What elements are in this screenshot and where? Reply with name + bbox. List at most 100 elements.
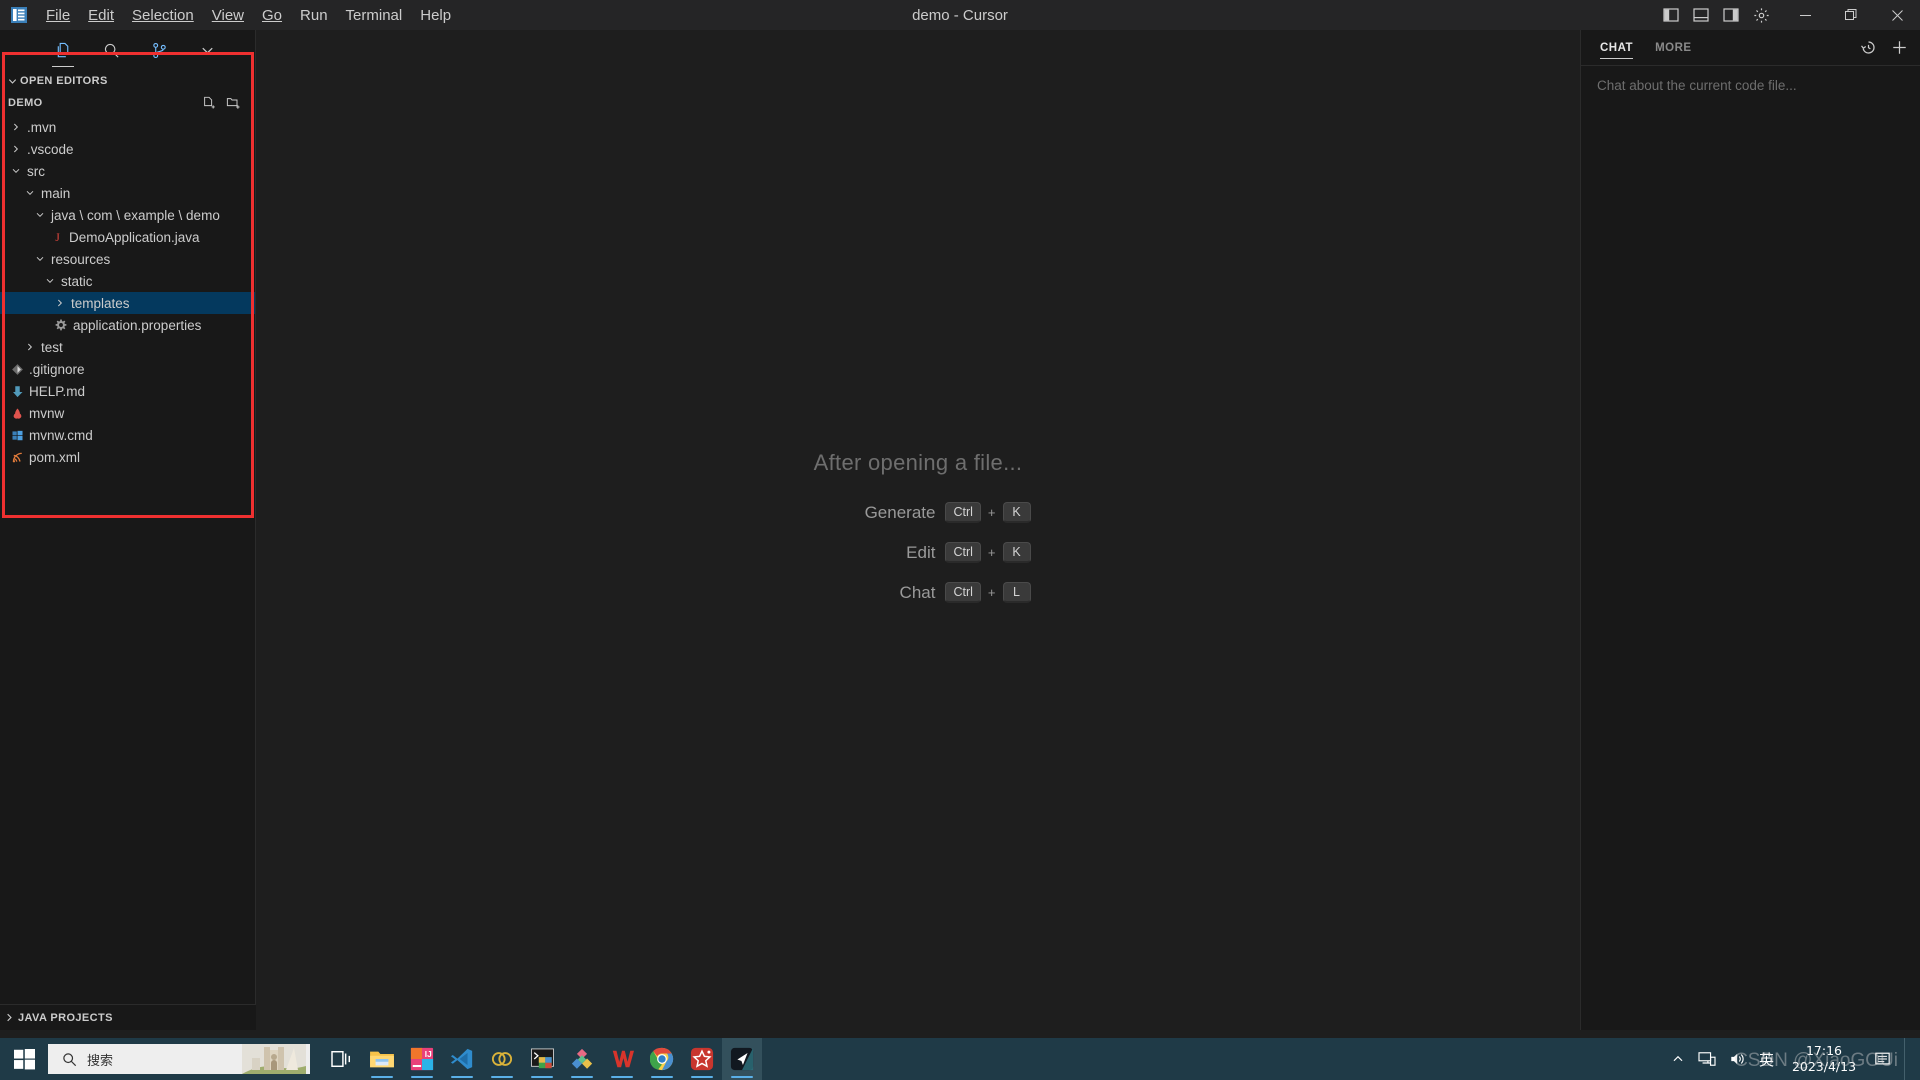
tree-row-resources[interactable]: resources xyxy=(0,248,255,270)
tree-row-label: .mvn xyxy=(27,119,57,135)
explorer-icon[interactable] xyxy=(50,37,76,67)
tree-row-label: main xyxy=(41,185,71,201)
key-cap: K xyxy=(1002,542,1031,563)
menu-run[interactable]: Run xyxy=(291,3,337,28)
tree-row-test[interactable]: test xyxy=(0,336,255,358)
taskbar-clock[interactable]: 17:16 2023/4/13 xyxy=(1787,1043,1861,1074)
project-section-header[interactable]: DEMO xyxy=(0,92,255,114)
tree-row-mvn[interactable]: .mvn xyxy=(0,116,255,138)
cursor-icon[interactable] xyxy=(722,1038,762,1080)
start-button[interactable] xyxy=(0,1038,48,1080)
chat-actions[interactable] xyxy=(1860,30,1908,65)
tree-row-java-package[interactable]: java \ com \ example \ demo xyxy=(0,204,255,226)
menu-file[interactable]: File xyxy=(37,3,79,28)
toggle-panel-icon[interactable] xyxy=(1688,2,1714,28)
tab-chat[interactable]: CHAT xyxy=(1600,30,1634,65)
maximize-button[interactable] xyxy=(1828,0,1874,30)
project-label: DEMO xyxy=(8,97,43,109)
taskbar-app-buttons[interactable]: IJ xyxy=(322,1038,762,1080)
chat-input-placeholder[interactable]: Chat about the current code file... xyxy=(1597,78,1904,93)
menu-edit[interactable]: Edit xyxy=(79,3,123,28)
key-separator: + xyxy=(987,545,996,560)
open-editors-section-header[interactable]: OPEN EDITORS xyxy=(0,70,255,92)
markdown-file-icon xyxy=(8,385,26,398)
project-actions[interactable] xyxy=(202,96,241,110)
tree-row-gitignore[interactable]: .gitignore xyxy=(0,358,255,380)
git-file-icon xyxy=(8,363,26,376)
toggle-secondary-sidebar-icon[interactable] xyxy=(1718,2,1744,28)
new-folder-icon[interactable] xyxy=(226,96,241,110)
layout-controls[interactable] xyxy=(1658,2,1782,28)
volume-icon[interactable] xyxy=(1729,1051,1746,1067)
file-tree[interactable]: .mvn .vscode src main java \ com \ examp… xyxy=(0,114,255,468)
system-tray[interactable]: 英 17:16 2023/4/13 xyxy=(1671,1038,1920,1080)
gear-file-icon xyxy=(52,319,70,331)
tree-row-label: src xyxy=(27,163,45,179)
tree-row-demoapplication-java[interactable]: J DemoApplication.java xyxy=(0,226,255,248)
xmind-icon[interactable] xyxy=(562,1038,602,1080)
clock-date: 2023/4/13 xyxy=(1791,1059,1857,1074)
search-icon[interactable] xyxy=(98,37,124,63)
editor-watermark: After opening a file... Generate Ctrl + … xyxy=(256,30,1580,1030)
chevron-right-icon xyxy=(22,342,38,352)
tree-row-application-properties[interactable]: application.properties xyxy=(0,314,255,336)
close-button[interactable] xyxy=(1874,0,1920,30)
tree-row-label: static xyxy=(61,273,93,289)
tree-row-templates[interactable]: templates xyxy=(0,292,255,314)
chevron-down-icon[interactable] xyxy=(194,37,220,63)
new-chat-plus-icon[interactable] xyxy=(1891,39,1908,56)
menu-run-label: Run xyxy=(300,6,328,24)
windows-cmd-file-icon xyxy=(8,429,26,442)
notification-center-icon[interactable] xyxy=(1874,1051,1891,1067)
tree-row-src[interactable]: src xyxy=(0,160,255,182)
menu-view[interactable]: View xyxy=(203,3,253,28)
navicat-icon[interactable] xyxy=(482,1038,522,1080)
menu-terminal[interactable]: Terminal xyxy=(337,3,412,28)
menu-go[interactable]: Go xyxy=(253,3,291,28)
show-desktop-button[interactable] xyxy=(1904,1038,1912,1080)
svg-text:J: J xyxy=(55,232,60,244)
minimize-button[interactable] xyxy=(1782,0,1828,30)
search-icon xyxy=(62,1052,77,1067)
toggle-primary-sidebar-icon[interactable] xyxy=(1658,2,1684,28)
tab-more-label: MORE xyxy=(1655,41,1692,54)
network-icon[interactable] xyxy=(1698,1051,1716,1067)
intellij-idea-icon[interactable]: IJ xyxy=(402,1038,442,1080)
chat-tab-bar[interactable]: CHAT MORE xyxy=(1581,30,1920,65)
tree-row-pom-xml[interactable]: pom.xml xyxy=(0,446,255,468)
settings-gear-icon[interactable] xyxy=(1748,2,1774,28)
tree-row-static[interactable]: static xyxy=(0,270,255,292)
tree-row-mvnw[interactable]: mvnw xyxy=(0,402,255,424)
cmd-terminal-icon[interactable] xyxy=(522,1038,562,1080)
show-hidden-icons-icon[interactable] xyxy=(1671,1052,1685,1066)
menu-selection[interactable]: Selection xyxy=(123,3,203,28)
vscode-icon[interactable] xyxy=(442,1038,482,1080)
source-control-icon[interactable] xyxy=(146,37,172,63)
file-explorer-icon[interactable] xyxy=(362,1038,402,1080)
taskview-icon[interactable] xyxy=(322,1038,362,1080)
tree-row-label: templates xyxy=(71,295,130,311)
tree-row-help-md[interactable]: HELP.md xyxy=(0,380,255,402)
wps-office-icon[interactable] xyxy=(602,1038,642,1080)
tree-row-mvnw-cmd[interactable]: mvnw.cmd xyxy=(0,424,255,446)
menu-terminal-label: Terminal xyxy=(345,6,403,24)
new-file-icon[interactable] xyxy=(202,96,216,110)
google-chrome-icon[interactable] xyxy=(642,1038,682,1080)
tree-row-vscode[interactable]: .vscode xyxy=(0,138,255,160)
chevron-right-icon xyxy=(0,1012,18,1023)
search-input-placeholder[interactable]: 搜索 xyxy=(87,1050,113,1069)
java-projects-section-header[interactable]: JAVA PROJECTS xyxy=(0,1004,256,1030)
ime-indicator[interactable]: 英 xyxy=(1759,1049,1774,1070)
tree-row-main[interactable]: main xyxy=(0,182,255,204)
history-icon[interactable] xyxy=(1860,39,1877,56)
menu-bar[interactable]: File Edit Selection View Go Run Terminal… xyxy=(37,3,460,28)
menu-help[interactable]: Help xyxy=(411,3,460,28)
tab-more[interactable]: MORE xyxy=(1655,30,1692,65)
shortcut-keys: Ctrl + K xyxy=(945,502,1031,523)
open-editors-label: OPEN EDITORS xyxy=(20,75,108,87)
tree-row-label: HELP.md xyxy=(29,383,86,399)
sidebar-view-toolbar[interactable] xyxy=(0,30,255,70)
star-app-icon[interactable] xyxy=(682,1038,722,1080)
taskbar-search-box[interactable]: 搜索 xyxy=(48,1044,310,1074)
shortcut-label: Chat xyxy=(899,582,936,602)
